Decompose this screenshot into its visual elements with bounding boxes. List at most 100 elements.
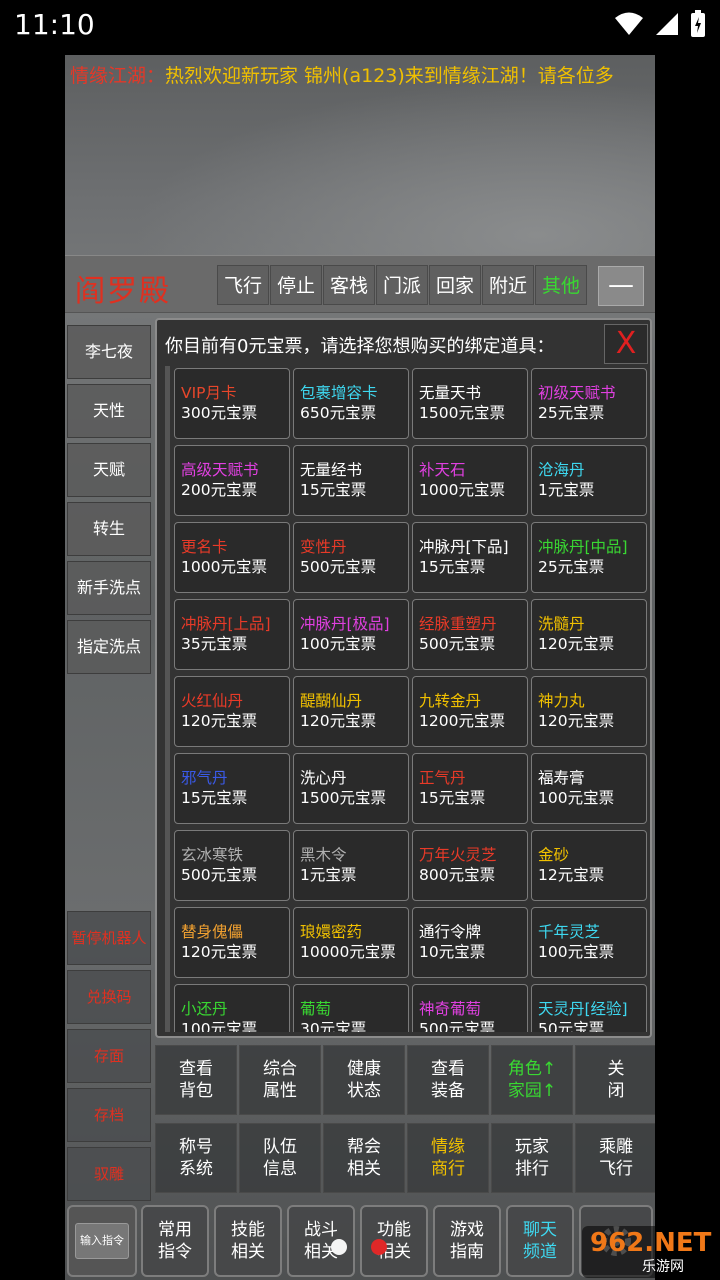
shop-item-name: 万年火灵芝 [419,846,497,864]
shop-item-name: 洗心丹 [300,769,347,787]
shop-item-name: 福寿膏 [538,769,585,787]
shop-item[interactable]: 黑木令 1元宝票 [293,830,409,901]
side-button-ride-eagle[interactable]: 驭雕 [67,1147,151,1201]
shop-item-name: 补天石 [419,461,466,479]
shop-item[interactable]: 玄冰寒铁 500元宝票 [174,830,290,901]
shop-item-price: 35元宝票 [181,635,248,653]
game-screen: 情缘江湖：热烈欢迎新玩家 锦州(a123)来到情缘江湖！请各位多 阎罗殿 飞行 … [65,55,655,1280]
shop-item-name: 经脉重塑丹 [419,615,497,633]
shop-item[interactable]: 正气丹 15元宝票 [412,753,528,824]
shop-item[interactable]: 九转金丹 1200元宝票 [412,676,528,747]
nav-fly[interactable]: 飞行 [217,265,269,305]
combat-indicator-dot [331,1239,347,1255]
shop-item-price: 12元宝票 [538,866,605,884]
shop-item[interactable]: 洗心丹 1500元宝票 [293,753,409,824]
shop-item[interactable]: 醍醐仙丹 120元宝票 [293,676,409,747]
shop-item[interactable]: 包裹增容卡 650元宝票 [293,368,409,439]
shop-item[interactable]: 高级天赋书 200元宝票 [174,445,290,516]
action-titles[interactable]: 称号 系统 [155,1123,237,1193]
action-team[interactable]: 队伍 信息 [239,1123,321,1193]
nav-nearby[interactable]: 附近 [482,265,534,305]
shop-item[interactable]: 洗髓丹 120元宝票 [531,599,647,670]
action-panel: 查看 背包 综合 属性 健康 状态 查看 装备 角色↑ 家园↑ 关闭 称号 系统 队伍 信息 … [155,1045,655,1195]
shop-item-list[interactable]: VIP月卡 300元宝票 包裹增容卡 650元宝票 无量天书 1500元宝票 初级天赋书 25… [165,366,649,1032]
shop-item-price: 650元宝票 [300,404,377,422]
side-button-save-face[interactable]: 存面 [67,1029,151,1083]
action-view-equipment[interactable]: 查看 装备 [407,1045,489,1115]
shop-item[interactable]: 变性丹 500元宝票 [293,522,409,593]
nav-other[interactable]: 其他 [535,265,587,305]
action-guild[interactable]: 帮会 相关 [323,1123,405,1193]
action-view-bag[interactable]: 查看 背包 [155,1045,237,1115]
shop-item[interactable]: 无量经书 15元宝票 [293,445,409,516]
shop-item[interactable]: 万年火灵芝 800元宝票 [412,830,528,901]
bottom-common-commands[interactable]: 常用 指令 [141,1205,209,1277]
command-input-label: 输入指令 [75,1223,129,1259]
nav-inn[interactable]: 客栈 [323,265,375,305]
side-button-newbie-reset[interactable]: 新手洗点 [67,561,151,615]
shop-item[interactable]: 冲脉丹[下品] 15元宝票 [412,522,528,593]
shop-item[interactable]: 神奇葡萄 500元宝票 [412,984,528,1032]
shop-item[interactable]: 冲脉丹[中品] 25元宝票 [531,522,647,593]
bottom-guide[interactable]: 游戏 指南 [433,1205,501,1277]
shop-item[interactable]: 福寿膏 100元宝票 [531,753,647,824]
top-nav: 飞行 停止 客栈 门派 回家 附近 其他 [217,265,587,305]
shop-item[interactable]: 金砂 12元宝票 [531,830,647,901]
side-button-pause-bot[interactable]: 暂停机器人 [67,911,151,965]
side-button-character[interactable]: 李七夜 [67,325,151,379]
action-shop[interactable]: 情缘 商行 [407,1123,489,1193]
side-button-nature[interactable]: 天性 [67,384,151,438]
shop-item-price: 1000元宝票 [181,558,267,576]
shop-item[interactable]: 通行令牌 10元宝票 [412,907,528,978]
nav-sect[interactable]: 门派 [376,265,428,305]
shop-item-name: 正气丹 [419,769,466,787]
nav-home[interactable]: 回家 [429,265,481,305]
shop-item[interactable]: 补天石 1000元宝票 [412,445,528,516]
command-input-button[interactable]: 输入指令 [67,1205,137,1277]
bottom-functions[interactable]: 功能 相关 [360,1205,428,1277]
shop-item[interactable]: 冲脉丹[极品] 100元宝票 [293,599,409,670]
action-health[interactable]: 健康 状态 [323,1045,405,1115]
nav-stop[interactable]: 停止 [270,265,322,305]
shop-item-name: 替身傀儡 [181,923,244,941]
side-button-save-game[interactable]: 存档 [67,1088,151,1142]
shop-item[interactable]: 琅嬛密药 10000元宝票 [293,907,409,978]
action-close[interactable]: 关闭 [575,1045,655,1115]
shop-item[interactable]: 初级天赋书 25元宝票 [531,368,647,439]
announcement-source: 情缘江湖： [70,65,166,87]
action-role-home[interactable]: 角色↑ 家园↑ [491,1045,573,1115]
action-attributes[interactable]: 综合 属性 [239,1045,321,1115]
shop-item-price: 10000元宝票 [300,943,396,961]
shop-item-price: 1元宝票 [538,481,595,499]
shop-item-name: 玄冰寒铁 [181,846,244,864]
shop-item[interactable]: 神力丸 120元宝票 [531,676,647,747]
battery-icon [691,10,705,37]
shop-item[interactable]: 替身傀儡 120元宝票 [174,907,290,978]
shop-item[interactable]: 冲脉丹[上品] 35元宝票 [174,599,290,670]
bottom-chat[interactable]: 聊天 频道 [506,1205,574,1277]
shop-item[interactable]: 经脉重塑丹 500元宝票 [412,599,528,670]
bottom-skills[interactable]: 技能 相关 [214,1205,282,1277]
site-watermark: 962.NET 乐游网 [582,1226,716,1278]
shop-item[interactable]: 更名卡 1000元宝票 [174,522,290,593]
shop-item-price: 100元宝票 [538,789,615,807]
shop-item[interactable]: 无量天书 1500元宝票 [412,368,528,439]
shop-item[interactable]: 小还丹 100元宝票 [174,984,290,1032]
shop-item[interactable]: 火红仙丹 120元宝票 [174,676,290,747]
side-button-point-reset[interactable]: 指定洗点 [67,620,151,674]
close-button[interactable]: X [604,324,648,364]
shop-item[interactable]: 沧海丹 1元宝票 [531,445,647,516]
side-button-redeem-code[interactable]: 兑换码 [67,970,151,1024]
side-button-talent[interactable]: 天赋 [67,443,151,497]
shop-item[interactable]: 葡萄 30元宝票 [293,984,409,1032]
shop-item[interactable]: 天灵丹[经验] 50元宝票 [531,984,647,1032]
minimize-button[interactable]: — [598,266,644,306]
shop-item[interactable]: 千年灵芝 100元宝票 [531,907,647,978]
shop-item-name: 神奇葡萄 [419,1000,482,1018]
shop-item-price: 25元宝票 [538,404,605,422]
shop-item[interactable]: VIP月卡 300元宝票 [174,368,290,439]
action-ranking[interactable]: 玩家 排行 [491,1123,573,1193]
side-button-rebirth[interactable]: 转生 [67,502,151,556]
action-eagle-fly[interactable]: 乘雕 飞行 [575,1123,655,1193]
shop-item[interactable]: 邪气丹 15元宝票 [174,753,290,824]
